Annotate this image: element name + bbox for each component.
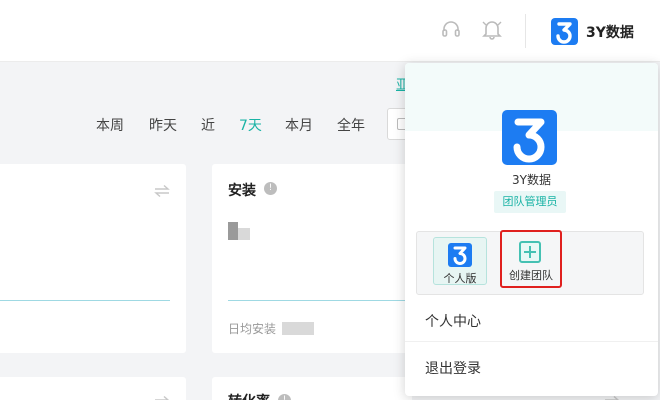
- top-bar: 3Y数据: [0, 0, 660, 62]
- metric-card-left: [0, 164, 186, 353]
- conversion-help-icon[interactable]: !: [278, 394, 291, 400]
- plus-icon: [519, 241, 541, 263]
- menu-item-logout[interactable]: 退出登录: [425, 358, 481, 378]
- daily-install-label: 日均安装: [228, 322, 277, 336]
- tab-this-month[interactable]: 本月: [285, 115, 313, 135]
- metric-card-bottom-left: [0, 377, 186, 400]
- install-sparkline: [228, 300, 412, 301]
- brand-logo-icon[interactable]: [551, 18, 578, 45]
- daily-install-value-blurred: [282, 322, 314, 335]
- header-divider: [525, 14, 526, 48]
- user-name: 3Y数据: [512, 173, 551, 187]
- sparkline: [0, 300, 170, 301]
- menu-divider: [405, 341, 658, 342]
- tab-recent[interactable]: 近: [201, 115, 215, 135]
- install-value-blurred-tail: [238, 228, 250, 240]
- personal-logo-icon: [448, 243, 472, 267]
- account-dropdown: 3Y数据 团队管理员 个人版 创建团队 个人中心 退出登录: [405, 63, 658, 396]
- user-avatar-logo-icon: [502, 110, 557, 165]
- tab-yesterday[interactable]: 昨天: [149, 115, 177, 135]
- install-value-blurred: [228, 222, 238, 240]
- tab-full-year[interactable]: 全年: [337, 115, 365, 135]
- swap-icon-bottom-left[interactable]: [154, 393, 170, 400]
- version-switch-panel: 个人版 创建团队: [416, 230, 644, 295]
- app-page: 3Y数据 亚 本周 昨天 近 7天 本月 全年 安装 ! 日均安装 ! 3Y数据…: [0, 0, 660, 400]
- create-team-button[interactable]: 创建团队: [500, 230, 562, 288]
- bell-icon[interactable]: [481, 18, 503, 44]
- install-card: 安装 ! 日均安装: [212, 164, 412, 353]
- brand-name[interactable]: 3Y数据: [586, 22, 634, 42]
- role-badge: 团队管理员: [494, 191, 566, 213]
- conversion-card: 转化率 !: [212, 377, 412, 400]
- create-team-label: 创建团队: [509, 269, 553, 282]
- menu-item-profile[interactable]: 个人中心: [425, 311, 481, 331]
- help-icon[interactable]: !: [264, 182, 277, 195]
- personal-version-button[interactable]: 个人版: [433, 237, 487, 285]
- headset-icon[interactable]: [441, 20, 461, 44]
- install-title: 安装: [228, 183, 256, 199]
- conversion-title: 转化率: [228, 391, 270, 400]
- personal-version-label: 个人版: [443, 272, 477, 285]
- swap-icon[interactable]: [154, 182, 170, 201]
- tab-this-week[interactable]: 本周: [96, 115, 124, 135]
- tab-7-days[interactable]: 7天: [239, 115, 262, 135]
